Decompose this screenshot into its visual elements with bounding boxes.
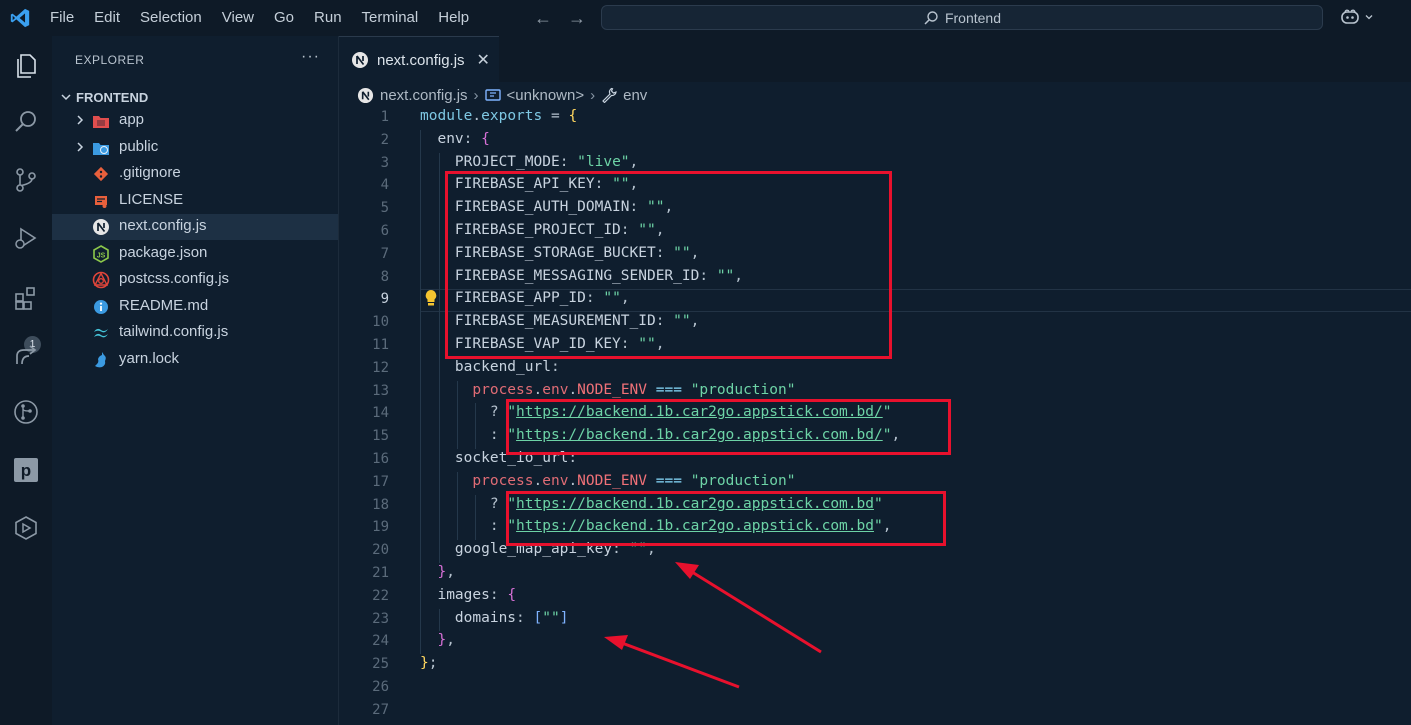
chevron-down-icon	[61, 94, 71, 101]
tree-item[interactable]: JS package.json	[52, 241, 338, 267]
tree-item-label: LICENSE	[119, 190, 184, 208]
chevron-right-icon	[74, 113, 86, 131]
breadcrumb-file[interactable]: next.config.js	[357, 87, 468, 104]
breadcrumb-file-label: next.config.js	[380, 86, 468, 104]
command-center-label: Frontend	[944, 9, 1002, 26]
code-editor[interactable]: 1 2 3 4 5 6 7 8 9 10 11 12 13 14 15 16 17 18 19 20 21 22 23 24 2…	[339, 107, 1411, 725]
menu-terminal[interactable]: Terminal	[352, 0, 429, 36]
yarn-icon	[92, 351, 110, 369]
breadcrumb-env-label: env	[623, 86, 648, 104]
tab-label: next.config.js	[377, 51, 465, 69]
git-graph-icon[interactable]	[10, 396, 42, 428]
folder-app-icon	[92, 112, 110, 130]
svg-text:JS: JS	[97, 252, 106, 259]
folder-public-icon	[92, 139, 110, 157]
menu-help[interactable]: Help	[428, 0, 479, 36]
nextjs-icon	[357, 87, 374, 103]
info-icon	[92, 298, 110, 316]
close-tab-icon[interactable]: ✕	[477, 50, 490, 70]
wrench-icon	[602, 87, 617, 103]
tailwind-icon	[92, 324, 110, 342]
pnpm-p-icon[interactable]: p	[10, 454, 42, 486]
breadcrumb-unknown[interactable]: <unknown>	[484, 86, 585, 104]
nextjs-icon	[352, 52, 368, 68]
svg-text:p: p	[21, 461, 31, 480]
postcss-icon	[92, 271, 110, 289]
tree-item-label: README.md	[119, 296, 209, 314]
tree-item[interactable]: yarn.lock	[52, 347, 338, 373]
tree-item-label: next.config.js	[119, 217, 207, 234]
editor-tab-bar: next.config.js ✕	[339, 36, 1411, 83]
search-icon	[924, 10, 938, 25]
tree-item[interactable]: README.md	[52, 294, 338, 320]
tree-item[interactable]: tailwind.config.js	[52, 320, 338, 346]
tree-item-label: .gitignore	[119, 164, 181, 181]
license-icon	[92, 192, 110, 210]
extensions-icon[interactable]	[10, 282, 42, 314]
run-debug-icon[interactable]	[10, 222, 42, 254]
command-center-search[interactable]: Frontend	[601, 5, 1323, 30]
remote-explorer-icon[interactable]	[10, 340, 42, 372]
explorer-root-folder[interactable]: FRONTEND	[52, 86, 338, 108]
vscode-logo-icon[interactable]	[6, 4, 34, 32]
tree-item[interactable]: next.config.js	[52, 214, 338, 240]
breadcrumb-separator-icon: ›	[473, 86, 479, 104]
forward-arrow-icon[interactable]: →	[568, 8, 586, 29]
menu-run[interactable]: Run	[304, 0, 352, 36]
source-control-icon[interactable]	[10, 164, 42, 196]
arrow-annotation-domains	[604, 635, 740, 689]
menu-selection[interactable]: Selection	[130, 0, 212, 36]
annotation-arrows	[604, 562, 822, 689]
activity-bar: 1 p	[0, 36, 52, 725]
tree-item[interactable]: app	[52, 108, 338, 134]
tree-item-label: public	[119, 137, 159, 155]
git-icon	[92, 165, 110, 183]
menu-edit[interactable]: Edit	[84, 0, 130, 36]
object-symbol-icon	[484, 89, 501, 101]
explorer-sidebar: EXPLORER ··· FRONTEND app public .gitignor…	[52, 36, 339, 725]
breadcrumb-env[interactable]: env	[601, 87, 647, 104]
tree-item-label: postcss.config.js	[119, 270, 230, 287]
root-folder-label: FRONTEND	[76, 89, 149, 105]
tree-item-label: app	[119, 111, 145, 128]
back-arrow-icon[interactable]: ←	[534, 8, 552, 29]
breadcrumb-unknown-label: <unknown>	[506, 86, 585, 104]
chevron-right-icon	[74, 140, 86, 158]
more-actions-icon[interactable]: ···	[301, 48, 320, 66]
menu-go[interactable]: Go	[264, 0, 304, 36]
breadcrumb-separator-icon: ›	[590, 86, 596, 104]
tree-item[interactable]: public	[52, 135, 338, 161]
menu-view[interactable]: View	[212, 0, 264, 36]
search-icon[interactable]	[10, 106, 42, 138]
menu-file[interactable]: File	[40, 0, 84, 36]
tree-item[interactable]: .gitignore	[52, 161, 338, 187]
tree-item[interactable]: postcss.config.js	[52, 267, 338, 293]
nodejs-icon: JS	[92, 244, 110, 263]
tab-next-config[interactable]: next.config.js ✕	[339, 36, 499, 83]
tree-item[interactable]: LICENSE	[52, 188, 338, 214]
tree-item-label: yarn.lock	[119, 349, 180, 367]
explorer-title: EXPLORER	[75, 53, 145, 67]
navigation-arrows: ← →	[534, 8, 586, 29]
breadcrumb: next.config.js › <unknown> › env	[339, 82, 1411, 108]
cube-extension-icon[interactable]	[10, 512, 42, 544]
nextjs-icon	[92, 218, 110, 236]
title-bar: File Edit Selection View Go Run Terminal…	[0, 0, 1411, 36]
tree-item-label: package.json	[119, 243, 208, 261]
arrow-annotation-google-key	[675, 562, 822, 654]
explorer-files-icon[interactable]	[10, 50, 42, 82]
copilot-button[interactable]	[1340, 8, 1374, 26]
tree-item-label: tailwind.config.js	[119, 323, 229, 340]
chevron-down-icon	[1365, 15, 1373, 20]
menu-bar: File Edit Selection View Go Run Terminal…	[40, 0, 479, 36]
copilot-icon	[1341, 9, 1359, 24]
